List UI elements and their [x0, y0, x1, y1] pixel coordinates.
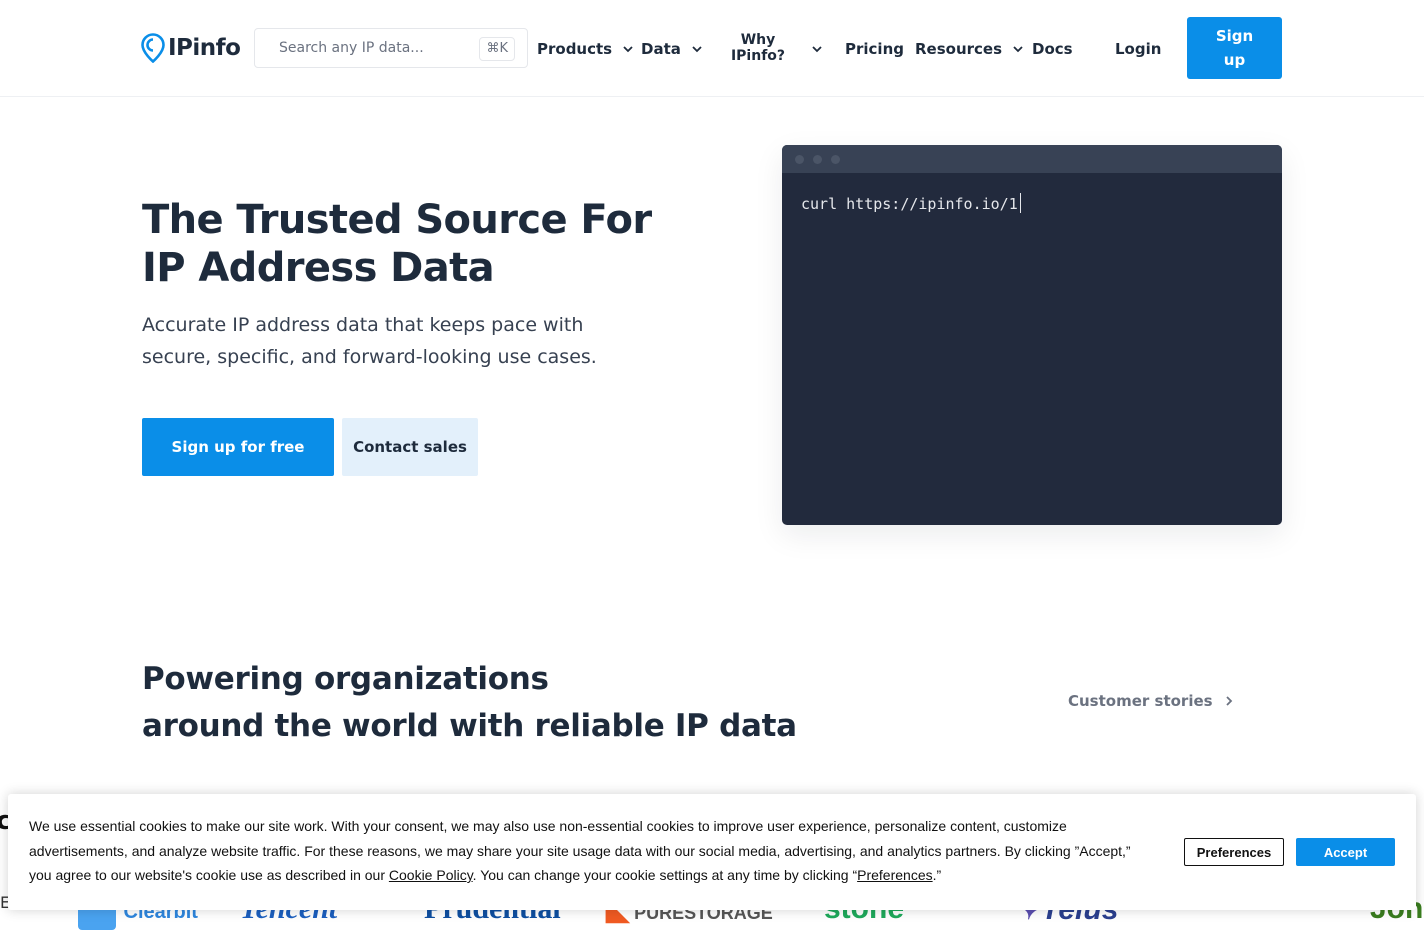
terminal-window: curl https://ipinfo.io/1 — [782, 145, 1282, 525]
logo-text: IPinfo — [168, 35, 241, 61]
nav-docs[interactable]: Docs — [1032, 38, 1073, 60]
nav-data[interactable]: Data — [641, 38, 703, 60]
customer-stories-label: Customer stories — [1068, 692, 1213, 710]
signup-button[interactable]: Sign up — [1187, 17, 1282, 79]
nav-why-line1: Why — [740, 32, 776, 48]
contact-sales-button[interactable]: Contact sales — [342, 418, 478, 476]
nav-login[interactable]: Login — [1115, 38, 1161, 60]
window-dot — [831, 155, 840, 164]
cookie-accept-button[interactable]: Accept — [1296, 838, 1395, 866]
signup-free-button[interactable]: Sign up for free — [142, 418, 334, 476]
text-cursor — [1019, 193, 1021, 213]
chevron-down-icon — [692, 46, 702, 53]
ipinfo-logo[interactable]: IPinfo — [141, 32, 241, 64]
location-pin-icon — [141, 33, 165, 63]
nav-login-label: Login — [1115, 40, 1162, 58]
nav-pricing[interactable]: Pricing — [845, 38, 904, 60]
nav-docs-label: Docs — [1032, 40, 1073, 58]
cookie-banner-text: We use essential cookies to make our sit… — [29, 814, 1149, 888]
cookie-banner: We use essential cookies to make our sit… — [8, 794, 1416, 910]
cookie-policy-link[interactable]: Cookie Policy — [389, 867, 473, 883]
chevron-down-icon — [1013, 46, 1023, 53]
preferences-link[interactable]: Preferences — [857, 867, 932, 883]
window-dot — [795, 155, 804, 164]
chevron-down-icon[interactable] — [811, 43, 823, 55]
chevron-right-icon — [1225, 696, 1232, 706]
cookie-text-part2: . You can change your cookie settings at… — [472, 867, 858, 883]
customer-stories-link[interactable]: Customer stories — [1068, 690, 1235, 712]
nav-resources[interactable]: Resources — [915, 38, 1024, 60]
search-box[interactable]: ⌘K — [254, 28, 528, 68]
terminal-title-bar — [782, 145, 1282, 173]
nav-pricing-label: Pricing — [845, 40, 904, 58]
terminal-command-line: curl https://ipinfo.io/1 — [801, 193, 1021, 213]
nav-why-line2: IPinfo? — [730, 48, 786, 64]
organizations-title-line2: around the world with reliable IP data — [142, 708, 797, 744]
organizations-title: Powering organizations around the world … — [142, 656, 842, 750]
cookie-text-part3: .” — [932, 867, 942, 883]
chevron-down-icon — [623, 46, 633, 53]
search-input[interactable] — [265, 35, 465, 61]
keyboard-shortcut-badge: ⌘K — [479, 37, 515, 61]
nav-data-label: Data — [641, 40, 681, 58]
terminal-command: curl https://ipinfo.io/1 — [801, 195, 1018, 213]
hero-title: The Trusted Source For IP Address Data — [142, 197, 652, 291]
nav-why-ipinfo[interactable]: Why IPinfo? — [730, 32, 786, 64]
organizations-title-line1: Powering organizations — [142, 661, 549, 697]
nav-products[interactable]: Products — [537, 38, 634, 60]
cookie-preferences-button[interactable]: Preferences — [1184, 838, 1284, 866]
hero-subtitle: Accurate IP address data that keeps pace… — [142, 314, 597, 368]
site-header: IPinfo ⌘K Products Data Why IPinfo? Pric… — [0, 0, 1424, 97]
nav-products-label: Products — [537, 40, 613, 58]
nav-resources-label: Resources — [915, 40, 1003, 58]
window-dot — [813, 155, 822, 164]
